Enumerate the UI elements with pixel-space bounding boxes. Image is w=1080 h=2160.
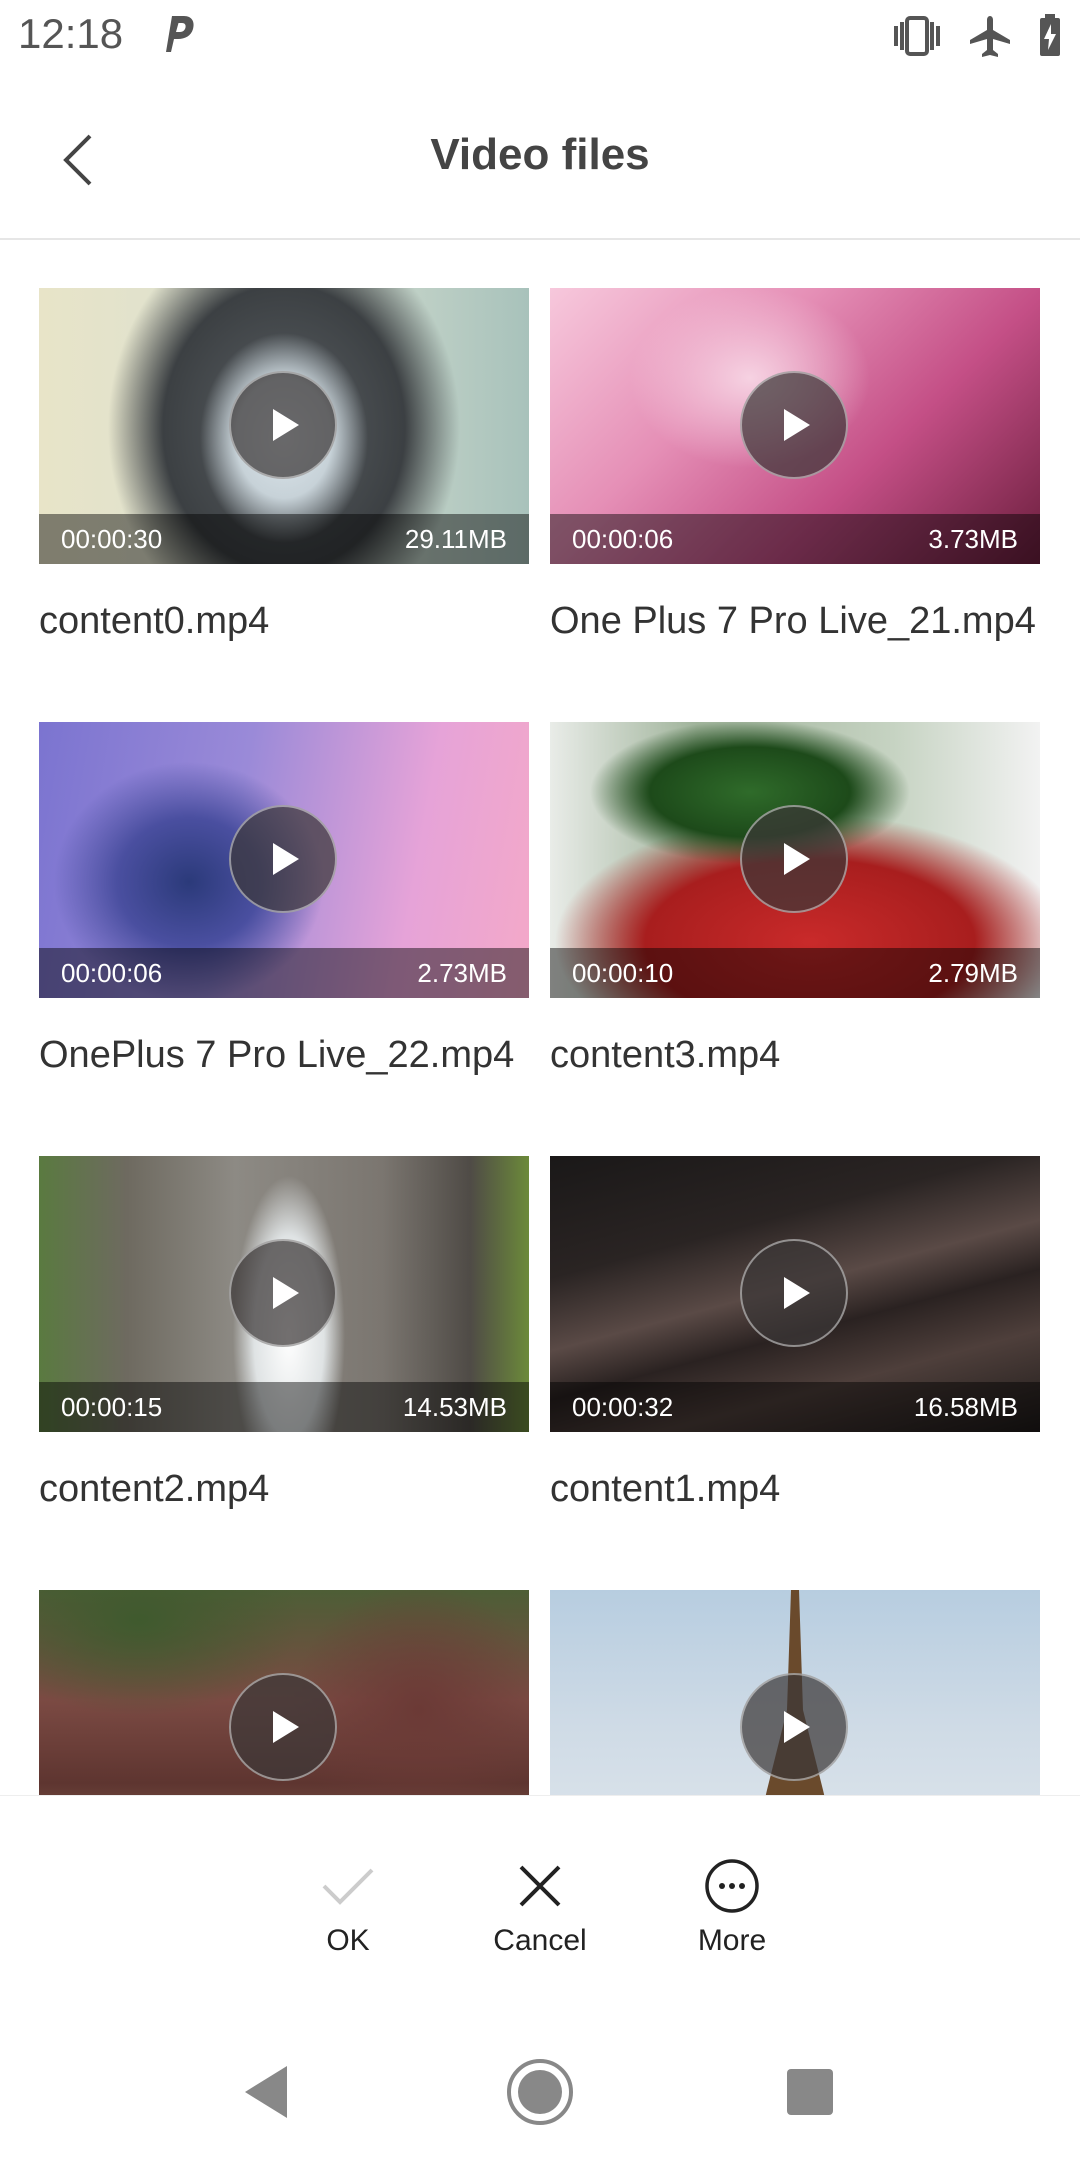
- video-size: 2.73MB: [417, 957, 507, 988]
- page-title: Video files: [430, 130, 650, 179]
- video-duration: 00:00:06: [61, 957, 163, 988]
- cancel-label: Cancel: [493, 1924, 587, 1957]
- p-notification-icon: [160, 12, 196, 56]
- video-filename: content3.mp4: [550, 1034, 781, 1076]
- video-duration: 00:00:06: [572, 523, 674, 554]
- cancel-button[interactable]: Cancel: [465, 1856, 615, 1958]
- video-meta: 00:00:32 16.58MB: [550, 1382, 1040, 1432]
- video-item[interactable]: 00:00:30 29.11MB content0.mp4: [39, 288, 529, 643]
- nav-home-button[interactable]: [500, 2052, 580, 2132]
- video-meta: 00:00:15 14.53MB: [39, 1382, 529, 1432]
- play-icon[interactable]: [229, 1673, 337, 1781]
- video-item[interactable]: 00:00:32 16.58MB content1.mp4: [550, 1156, 1040, 1511]
- video-item[interactable]: 00:00:06 2.73MB OnePlus 7 Pro Live_22.mp…: [39, 722, 529, 1077]
- play-icon[interactable]: [740, 1673, 848, 1781]
- action-bar: OK Cancel More: [0, 1795, 1080, 1992]
- play-icon[interactable]: [229, 371, 337, 479]
- video-size: 3.73MB: [928, 523, 1018, 554]
- status-bar: 12:18: [0, 0, 1080, 72]
- video-thumbnail[interactable]: [39, 1590, 529, 1795]
- play-icon[interactable]: [740, 1239, 848, 1347]
- airplane-mode-icon: [968, 14, 1012, 58]
- video-thumbnail[interactable]: 00:00:10 2.79MB: [550, 722, 1040, 998]
- video-meta: 00:00:30 29.11MB: [39, 514, 529, 564]
- video-filename: content1.mp4: [550, 1468, 781, 1510]
- video-size: 29.11MB: [404, 523, 507, 554]
- nav-back-button[interactable]: [226, 2052, 306, 2132]
- video-thumbnail[interactable]: 00:00:06 2.73MB: [39, 722, 529, 998]
- video-filename: OnePlus 7 Pro Live_22.mp4: [39, 1034, 515, 1076]
- video-duration: 00:00:15: [61, 1391, 163, 1422]
- video-duration: 00:00:10: [572, 957, 674, 988]
- video-size: 16.58MB: [913, 1391, 1018, 1422]
- video-thumbnail[interactable]: [550, 1590, 1040, 1795]
- video-meta: 00:00:06 3.73MB: [550, 514, 1040, 564]
- nav-home-icon: [507, 2059, 573, 2125]
- video-size: 14.53MB: [402, 1391, 507, 1422]
- checkmark-icon: [322, 1868, 374, 1905]
- video-item[interactable]: 00:00:06 3.73MB One Plus 7 Pro Live_21.m…: [550, 288, 1040, 643]
- more-label: More: [697, 1924, 767, 1957]
- status-time: 12:18: [18, 10, 124, 57]
- video-item[interactable]: 00:00:15 14.53MB content2.mp4: [39, 1156, 529, 1511]
- video-size: 2.79MB: [928, 957, 1018, 988]
- play-icon[interactable]: [229, 1239, 337, 1347]
- video-thumbnail[interactable]: 00:00:15 14.53MB: [39, 1156, 529, 1432]
- video-item[interactable]: [39, 1590, 529, 1795]
- video-item[interactable]: 00:00:10 2.79MB content3.mp4: [550, 722, 1040, 1077]
- video-grid[interactable]: 00:00:30 29.11MB content0.mp4 00:00:06 3…: [0, 240, 1080, 1795]
- video-filename: content2.mp4: [39, 1468, 270, 1510]
- ok-button[interactable]: OK: [273, 1856, 423, 1958]
- video-filename: content0.mp4: [39, 600, 270, 642]
- play-icon[interactable]: [740, 371, 848, 479]
- video-thumbnail[interactable]: 00:00:30 29.11MB: [39, 288, 529, 564]
- battery-charging-icon: [1038, 14, 1062, 58]
- more-dots-icon: [705, 1859, 759, 1913]
- video-item[interactable]: [550, 1590, 1040, 1795]
- play-icon[interactable]: [740, 805, 848, 913]
- video-filename: One Plus 7 Pro Live_21.mp4: [550, 600, 1036, 642]
- video-thumbnail[interactable]: 00:00:32 16.58MB: [550, 1156, 1040, 1432]
- play-icon[interactable]: [229, 805, 337, 913]
- nav-recents-button[interactable]: [770, 2052, 850, 2132]
- video-duration: 00:00:32: [572, 1391, 674, 1422]
- vibrate-icon: [892, 16, 942, 56]
- system-nav-bar: [0, 2030, 1080, 2140]
- more-button[interactable]: More: [657, 1856, 807, 1958]
- app-header: Video files: [0, 72, 1080, 240]
- video-duration: 00:00:30: [61, 523, 163, 554]
- close-icon: [519, 1865, 561, 1907]
- video-meta: 00:00:10 2.79MB: [550, 948, 1040, 998]
- nav-back-icon: [245, 2066, 287, 2118]
- nav-recents-icon: [787, 2069, 833, 2115]
- ok-label: OK: [326, 1924, 370, 1957]
- video-meta: 00:00:06 2.73MB: [39, 948, 529, 998]
- video-thumbnail[interactable]: 00:00:06 3.73MB: [550, 288, 1040, 564]
